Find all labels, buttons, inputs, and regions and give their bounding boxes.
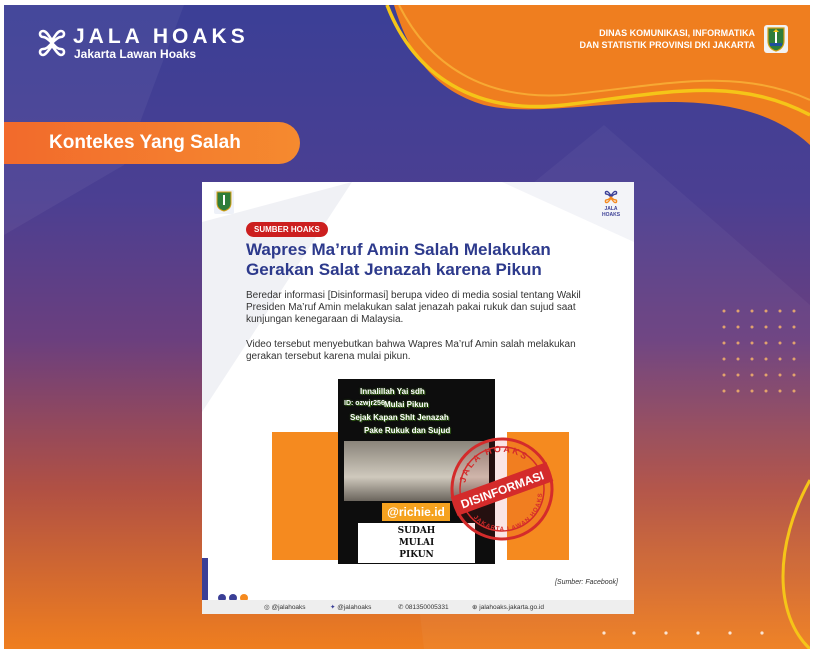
- agency-line-1: DINAS KOMUNIKASI, INFORMATIKA: [599, 28, 755, 38]
- video-bottom-caption-line-3: PIKUN: [399, 550, 434, 560]
- video-overlay-tag: @richie.id: [382, 503, 450, 521]
- hoax-slide: JALA HOAKS Jakarta Lawan Hoaks DINAS KOM…: [4, 5, 810, 649]
- mini-logo-text: JALA HOAKS: [601, 206, 621, 218]
- hoax-title: Wapres Ma’ruf Amin Salah Melakukan Gerak…: [246, 240, 616, 280]
- whatsapp-icon: ✆: [398, 604, 404, 611]
- hoax-title-line-1: Wapres Ma’ruf Amin Salah Melakukan: [246, 240, 551, 259]
- dki-jakarta-emblem-small-icon: [214, 190, 234, 214]
- footer-whatsapp[interactable]: ✆ 081350005331: [398, 603, 449, 611]
- logo-tagline: Jakarta Lawan Hoaks: [74, 47, 197, 61]
- paragraph-2: Video tersebut menyebutkan bahwa Wapres …: [246, 339, 576, 362]
- footer-instagram[interactable]: ◎ @jalahoaks: [264, 603, 306, 611]
- category-label: Kontekes Yang Salah: [4, 122, 300, 164]
- video-caption-line-4: Pake Rukuk dan Sujud: [364, 426, 451, 435]
- paragraph-1: Beredar informasi [Disinformasi] berupa …: [246, 290, 581, 325]
- footer-twitter-handle: @jalahoaks: [337, 604, 372, 611]
- source-badge: SUMBER HOAKS: [246, 222, 328, 237]
- agency-line-2: DAN STATISTIK PROVINSI DKI JAKARTA: [579, 40, 755, 50]
- jala-hoaks-mini-icon: [604, 190, 618, 204]
- agency-name: DINAS KOMUNIKASI, INFORMATIKA DAN STATIS…: [579, 27, 755, 51]
- footer-website[interactable]: ⊕ jalahoaks.jakarta.go.id: [472, 603, 544, 611]
- video-caption-line-1: Innalillah Yai sdh: [360, 387, 425, 396]
- video-id-text: ID: ozwjr256: [344, 400, 385, 407]
- dot-grid-decoration: [722, 309, 796, 393]
- card-footer: ◎ @jalahoaks ✦ @jalahoaks ✆ 081350005331…: [202, 600, 634, 614]
- disinformasi-stamp: JALA HOAKS JAKARTA LAWAN HOAKS DISINFORM…: [450, 434, 554, 544]
- source-note: [Sumber: Facebook]: [554, 579, 618, 586]
- globe-icon: ⊕: [472, 604, 478, 611]
- video-caption-line-3: Sejak Kapan Shlt Jenazah: [350, 413, 449, 422]
- hoax-card: JALA HOAKS SUMBER HOAKS Wapres Ma’ruf Am…: [202, 182, 634, 614]
- logo-name: JALA HOAKS: [73, 25, 249, 48]
- footer-whatsapp-number: 081350005331: [405, 604, 449, 611]
- dki-jakarta-emblem-icon: [764, 25, 788, 53]
- twitter-icon: ✦: [330, 604, 336, 611]
- footer-website-url: jalahoaks.jakarta.go.id: [479, 604, 544, 611]
- orange-accent-left: [272, 432, 341, 560]
- footer-instagram-handle: @jalahoaks: [271, 604, 306, 611]
- jala-hoaks-mini-logo: JALA HOAKS: [598, 190, 624, 218]
- instagram-icon: ◎: [264, 604, 270, 611]
- footer-twitter[interactable]: ✦ @jalahoaks: [330, 603, 371, 611]
- hoax-title-line-2: Gerakan Salat Jenazah karena Pikun: [246, 260, 542, 279]
- video-caption-line-2: Mulai Pikun: [384, 400, 429, 409]
- jala-hoaks-logo-icon: [38, 29, 66, 57]
